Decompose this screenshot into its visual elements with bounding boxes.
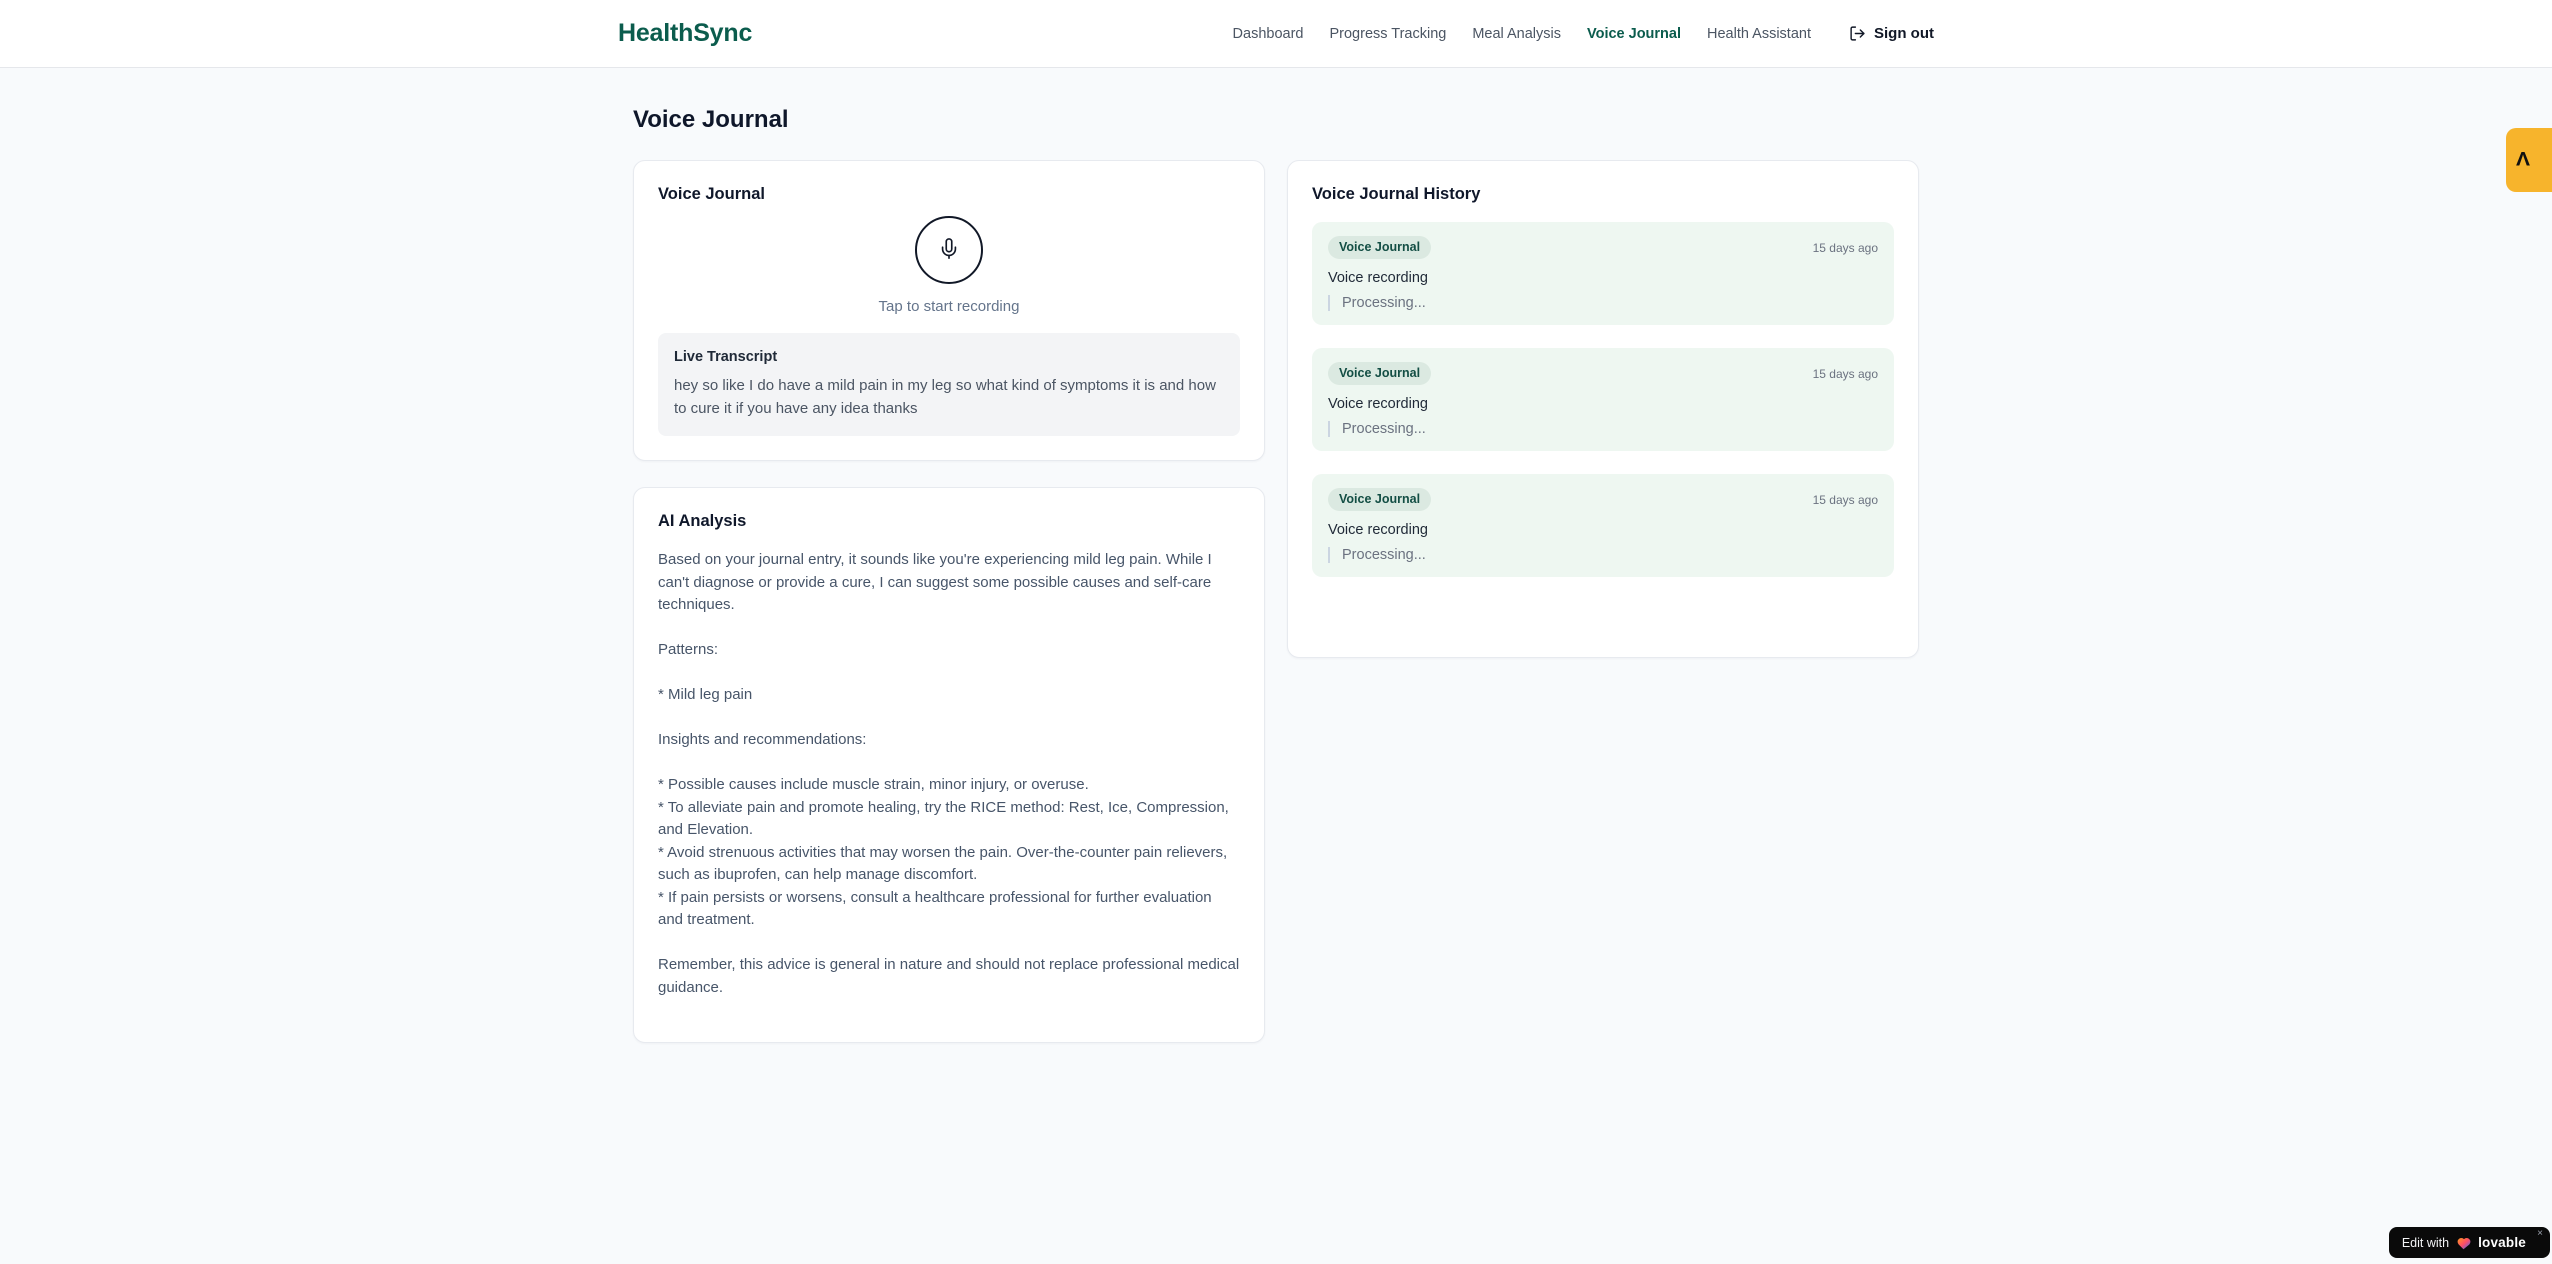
- amber-side-tag[interactable]: Λ: [2506, 128, 2552, 192]
- history-timestamp: 15 days ago: [1812, 240, 1878, 255]
- history-item[interactable]: Voice Journal 15 days ago Voice recordin…: [1312, 222, 1894, 325]
- page-title: Voice Journal: [633, 106, 789, 133]
- heart-icon: [2456, 1236, 2471, 1250]
- processing-status: Processing...: [1328, 547, 1878, 563]
- record-button[interactable]: [915, 216, 983, 284]
- history-timestamp: 15 days ago: [1812, 492, 1878, 507]
- live-transcript-title: Live Transcript: [674, 349, 778, 365]
- history-item[interactable]: Voice Journal 15 days ago Voice recordin…: [1312, 474, 1894, 577]
- ai-analysis-body: Based on your journal entry, it sounds l…: [658, 551, 1240, 996]
- nav-item-progress-tracking[interactable]: Progress Tracking: [1329, 26, 1446, 42]
- recording-label: Voice recording: [1328, 396, 1428, 412]
- ai-analysis-title: AI Analysis: [658, 512, 747, 530]
- close-icon[interactable]: ×: [2537, 1229, 2543, 1239]
- recording-label: Voice recording: [1328, 522, 1428, 538]
- app-header: HealthSync Dashboard Progress Tracking M…: [0, 0, 2552, 68]
- voice-recorder-card: Voice Journal Tap to start recording Liv…: [633, 160, 1265, 461]
- main-content: Voice Journal Voice Journal Tap to start…: [633, 106, 1919, 1043]
- recording-label: Voice recording: [1328, 270, 1428, 286]
- voice-journal-history-card: Voice Journal History Voice Journal 15 d…: [1287, 160, 1919, 658]
- edit-with-label: Edit with: [2401, 1235, 2450, 1250]
- tap-to-record-hint: Tap to start recording: [878, 298, 1020, 315]
- nav-item-voice-journal[interactable]: Voice Journal: [1587, 26, 1681, 42]
- nav-item-health-assistant[interactable]: Health Assistant: [1707, 26, 1811, 42]
- lambda-logo-icon: Λ: [2516, 148, 2531, 171]
- voice-journal-badge: Voice Journal: [1328, 488, 1432, 511]
- sign-out-label: Sign out: [1874, 25, 1934, 42]
- history-timestamp: 15 days ago: [1812, 366, 1878, 381]
- ai-analysis-card: AI Analysis Based on your journal entry,…: [633, 487, 1265, 1043]
- history-item[interactable]: Voice Journal 15 days ago Voice recordin…: [1312, 348, 1894, 451]
- top-nav: Dashboard Progress Tracking Meal Analysi…: [1233, 25, 1934, 42]
- recorder-card-title: Voice Journal: [658, 185, 765, 203]
- healthsync-logo[interactable]: HealthSync: [618, 19, 752, 48]
- nav-item-meal-analysis[interactable]: Meal Analysis: [1472, 26, 1561, 42]
- live-transcript-box: Live Transcript hey so like I do have a …: [658, 333, 1240, 436]
- history-card-title: Voice Journal History: [1312, 185, 1481, 203]
- processing-status: Processing...: [1328, 295, 1878, 311]
- voice-journal-badge: Voice Journal: [1328, 236, 1432, 259]
- sign-out-button[interactable]: Sign out: [1849, 25, 1934, 42]
- microphone-icon: [938, 237, 960, 263]
- history-list: Voice Journal 15 days ago Voice recordin…: [1312, 222, 1894, 577]
- log-out-icon: [1849, 25, 1866, 42]
- edit-with-lovable-badge[interactable]: Edit with lovable ×: [2388, 1227, 2550, 1258]
- voice-journal-badge: Voice Journal: [1328, 362, 1432, 385]
- live-transcript-text: hey so like I do have a mild pain in my …: [674, 377, 1216, 417]
- processing-status: Processing...: [1328, 421, 1878, 437]
- nav-item-dashboard[interactable]: Dashboard: [1233, 26, 1304, 42]
- lovable-label: lovable: [2478, 1235, 2526, 1250]
